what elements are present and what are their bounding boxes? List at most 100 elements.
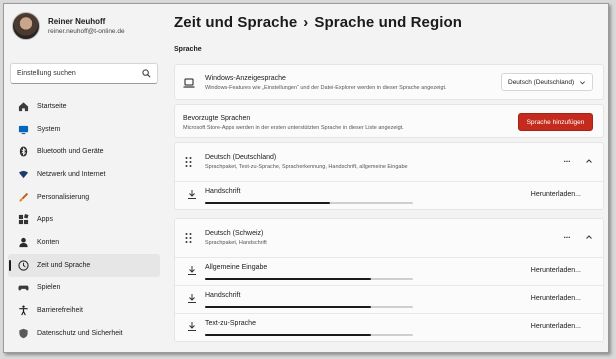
language-texts: Deutsch (Deutschland) Sprachpaket, Text-… <box>205 153 408 171</box>
download-icon <box>188 322 196 331</box>
sidebar-item-datenschutz[interactable]: Datenschutz und Sicherheit <box>8 322 160 345</box>
profile-text: Reiner Neuhoff reiner.neuhoff@t-online.d… <box>48 16 125 36</box>
sidebar-item-label: Startseite <box>37 102 67 110</box>
preferred-languages-title: Bevorzugte Sprachen <box>183 115 251 122</box>
dropdown-selected-value: Deutsch (Deutschland) <box>508 78 575 86</box>
brush-icon <box>18 192 29 203</box>
download-progress-fill <box>205 334 372 336</box>
feature-name: Handschrift <box>205 188 241 195</box>
download-status: Herunterladen... <box>530 191 581 198</box>
sidebar-item-system[interactable]: System <box>8 118 160 141</box>
download-progress-bar <box>205 202 413 204</box>
feature-name: Handschrift <box>205 292 241 299</box>
language-header[interactable]: Deutsch (Schweiz) Sprachpaket, Handschri… <box>175 219 603 257</box>
language-name: Deutsch (Schweiz) <box>205 230 264 237</box>
sidebar-item-label: Spielen <box>37 284 61 292</box>
globe-clock-icon <box>18 260 29 271</box>
download-progress-fill <box>205 202 330 204</box>
download-status: Herunterladen... <box>530 267 581 274</box>
feature-name: Allgemeine Eingabe <box>205 264 268 271</box>
avatar <box>12 12 40 40</box>
sidebar-item-startseite[interactable]: Startseite <box>8 95 160 118</box>
download-icon <box>188 294 196 303</box>
sidebar-item-label: Bluetooth und Geräte <box>37 148 104 156</box>
preferred-languages-texts: Bevorzugte Sprachen Microsoft Store-Apps… <box>183 114 404 132</box>
sidebar-nav: Startseite System Bluetooth und Geräte N… <box>8 95 160 345</box>
chevron-down-icon <box>580 80 585 84</box>
download-status: Herunterladen... <box>530 295 581 302</box>
accessibility-icon <box>18 305 29 316</box>
sidebar-item-personalisierung[interactable]: Personalisierung <box>8 186 160 209</box>
download-progress-fill <box>205 278 372 280</box>
sidebar-item-label: System <box>37 125 61 133</box>
sidebar-item-zeit-und-sprache[interactable]: Zeit und Sprache <box>8 253 160 277</box>
breadcrumb-parent[interactable]: Zeit und Sprache <box>174 14 297 31</box>
language-card-de-de: Deutsch (Deutschland) Sprachpaket, Text-… <box>174 142 604 210</box>
sidebar-item-label: Apps <box>37 216 53 224</box>
sidebar-item-barrierefreiheit[interactable]: Barrierefreiheit <box>8 299 160 322</box>
drag-handle-icon[interactable] <box>184 156 193 168</box>
gamepad-icon <box>18 282 29 293</box>
chevron-up-icon[interactable] <box>585 233 593 241</box>
language-name: Deutsch (Deutschland) <box>205 154 277 161</box>
download-icon <box>188 266 196 275</box>
sidebar-item-apps[interactable]: Apps <box>8 208 160 231</box>
sidebar-item-spielen[interactable]: Spielen <box>8 277 160 300</box>
more-options-icon[interactable]: ... <box>561 232 573 241</box>
person-icon <box>18 237 29 248</box>
user-profile[interactable]: Reiner Neuhoff reiner.neuhoff@t-online.d… <box>12 12 125 40</box>
feature-name: Text-zu-Sprache <box>205 320 256 327</box>
profile-email: reiner.neuhoff@t-online.de <box>48 28 125 35</box>
download-progress-fill <box>205 306 372 308</box>
sidebar-item-netzwerk[interactable]: Netzwerk und Internet <box>8 163 160 186</box>
display-language-card: Windows-Anzeigesprache Windows-Features … <box>174 64 604 100</box>
language-texts: Deutsch (Schweiz) Sprachpaket, Handschri… <box>205 229 267 247</box>
monitor-icon <box>18 124 29 135</box>
sidebar-item-label: Personalisierung <box>37 193 90 201</box>
sidebar-item-label: Barrierefreiheit <box>37 307 83 315</box>
sidebar-item-bluetooth[interactable]: Bluetooth und Geräte <box>8 140 160 163</box>
language-card-de-ch: Deutsch (Schweiz) Sprachpaket, Handschri… <box>174 218 604 342</box>
display-language-dropdown[interactable]: Deutsch (Deutschland) <box>501 73 593 91</box>
sidebar-item-label: Datenschutz und Sicherheit <box>37 329 123 337</box>
breadcrumb-current: Sprache und Region <box>314 14 463 31</box>
apps-icon <box>18 214 29 225</box>
laptop-icon <box>183 78 195 88</box>
sidebar-item-label: Konten <box>37 238 60 246</box>
download-row: Handschrift Herunterladen... <box>175 181 603 209</box>
main-content: Zeit und Sprache › Sprache und Region Spra… <box>170 4 608 352</box>
page-title: Zeit und Sprache › Sprache und Region <box>174 14 462 31</box>
download-row: Handschrift Herunterladen... <box>175 285 603 313</box>
sidebar-item-label: Netzwerk und Internet <box>37 170 106 178</box>
download-progress-bar <box>205 334 413 336</box>
display-language-title: Windows-Anzeigesprache <box>205 75 286 82</box>
breadcrumb-separator: › <box>303 14 309 31</box>
language-header[interactable]: Deutsch (Deutschland) Sprachpaket, Text-… <box>175 143 603 181</box>
bluetooth-icon <box>18 146 29 157</box>
chevron-up-icon[interactable] <box>585 157 593 165</box>
search-input[interactable]: Einstellung suchen <box>10 63 158 84</box>
wifi-icon <box>18 169 29 180</box>
sidebar-item-label: Zeit und Sprache <box>37 261 91 269</box>
sidebar: Reiner Neuhoff reiner.neuhoff@t-online.d… <box>4 4 162 352</box>
display-language-subtitle: Windows-Features wie „Einstellungen“ und… <box>205 85 447 91</box>
display-language-texts: Windows-Anzeigesprache Windows-Features … <box>205 74 447 92</box>
preferred-languages-card: Bevorzugte Sprachen Microsoft Store-Apps… <box>174 104 604 138</box>
shield-icon <box>18 328 29 339</box>
download-progress-bar <box>205 278 413 280</box>
add-language-button[interactable]: Sprache hinzufügen <box>518 113 593 131</box>
search-placeholder: Einstellung suchen <box>17 70 76 77</box>
download-status: Herunterladen... <box>530 323 581 330</box>
search-icon <box>142 69 151 78</box>
preferred-languages-subtitle: Microsoft Store-Apps werden in der erste… <box>183 125 404 131</box>
download-progress-bar <box>205 306 413 308</box>
sidebar-item-konten[interactable]: Konten <box>8 231 160 254</box>
download-icon <box>188 190 196 199</box>
download-row: Text-zu-Sprache Herunterladen... <box>175 313 603 341</box>
drag-handle-icon[interactable] <box>184 232 193 244</box>
more-options-icon[interactable]: ... <box>561 156 573 165</box>
home-icon <box>18 101 29 112</box>
download-row: Allgemeine Eingabe Herunterladen... <box>175 257 603 285</box>
language-features: Sprachpaket, Handschrift <box>205 240 267 246</box>
section-heading: Sprache <box>174 46 202 53</box>
